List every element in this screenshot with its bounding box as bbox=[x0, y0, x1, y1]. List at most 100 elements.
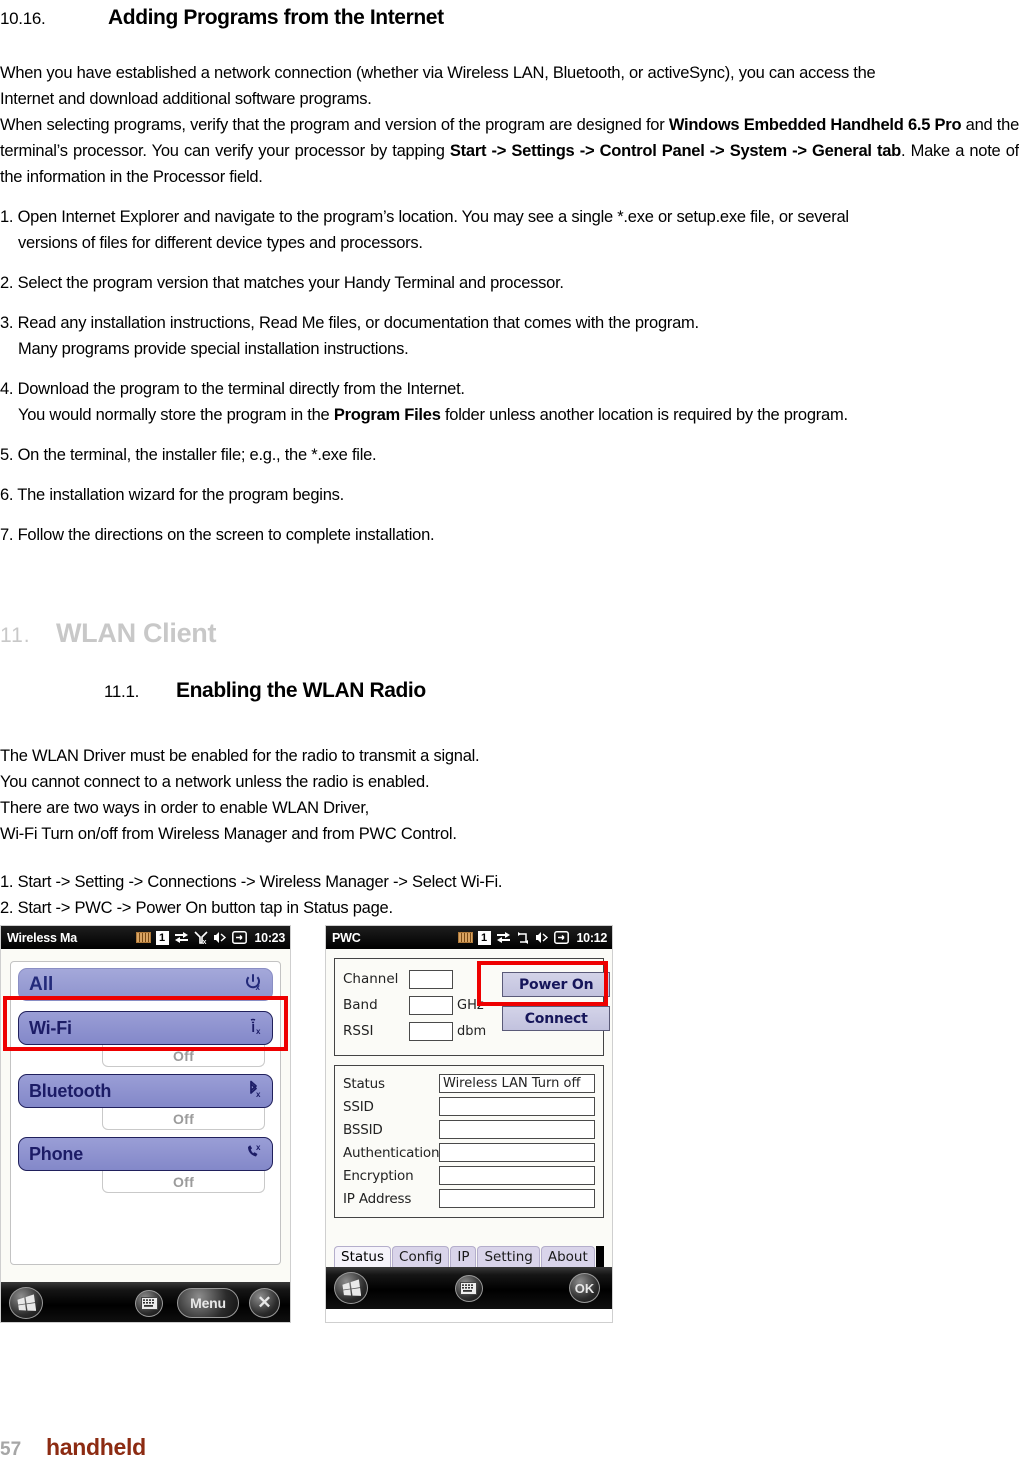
wlan-line-3: There are two ways in order to enable WL… bbox=[0, 799, 369, 817]
wlan-step-1: 1. Start -> Setting -> Connections -> Wi… bbox=[0, 873, 503, 891]
wm-app-name: Wireless Ma bbox=[7, 930, 77, 945]
wm-row-bluetooth-label: Bluetooth bbox=[29, 1080, 112, 1101]
wm-status-icons: 1 x 10:23 bbox=[135, 930, 286, 946]
tab-ip[interactable]: IP bbox=[450, 1246, 477, 1267]
step-3-text: 3. Read any installation instructions, R… bbox=[0, 314, 699, 332]
pwc-status-label: Status bbox=[343, 1075, 385, 1092]
pwc-rssi-input[interactable] bbox=[409, 1021, 453, 1041]
heading-10-16-number: 10.16. bbox=[0, 9, 46, 28]
wlan-line-1: The WLAN Driver must be enabled for the … bbox=[0, 747, 480, 765]
step-1-cont: versions of files for different device t… bbox=[18, 234, 423, 252]
screenshot-row: Wireless Ma 1 x 10:23 All x Wi-Fi x Off … bbox=[0, 925, 1019, 1325]
chapter-11-title: WLAN Client bbox=[56, 618, 217, 648]
screenshot-pwc: PWC 1 10:12 Channel Band GHz RSSI dbm Po… bbox=[325, 925, 613, 1323]
list-item: 3. Read any installation instructions, R… bbox=[0, 310, 1019, 362]
version-bold-path: Start -> Settings -> Control Panel -> Sy… bbox=[449, 142, 901, 160]
bluetooth-off-icon[interactable]: x bbox=[244, 1079, 264, 1103]
pwc-title-bar: PWC 1 10:12 bbox=[326, 926, 612, 949]
signal-off-icon: x bbox=[193, 930, 208, 946]
speaker-icon bbox=[213, 931, 227, 944]
speaker-icon bbox=[535, 931, 549, 944]
wlan-step-2: 2. Start -> PWC -> Power On button tap i… bbox=[0, 899, 393, 917]
pwc-status-value: Wireless LAN Turn off bbox=[439, 1074, 595, 1093]
start-button[interactable] bbox=[334, 1272, 368, 1304]
list-item: 4. Download the program to the terminal … bbox=[0, 376, 1019, 428]
heading-10-16-title: Adding Programs from the Internet bbox=[108, 6, 444, 29]
wm-body: All x Wi-Fi x Off Bluetooth x Off Phone … bbox=[1, 949, 290, 1282]
pwc-channel-input[interactable] bbox=[409, 969, 453, 989]
version-paragraph: When selecting programs, verify that the… bbox=[0, 112, 1019, 190]
version-bold-product: Windows Embedded Handheld 6.5 Pro bbox=[668, 116, 962, 134]
list-item: 5. On the terminal, the installer file; … bbox=[0, 442, 1019, 468]
pwc-authentication-label: Authentication bbox=[343, 1144, 440, 1161]
pwc-band-label: Band bbox=[343, 997, 378, 1013]
wlan-line-4: Wi-Fi Turn on/off from Wireless Manager … bbox=[0, 825, 457, 843]
pwc-ip-address-value bbox=[439, 1189, 595, 1208]
wm-card: All x Wi-Fi x Off Bluetooth x Off Phone … bbox=[10, 961, 281, 1265]
step-4-cont-c: folder unless another location is requir… bbox=[440, 406, 848, 424]
pwc-status-row: IP Address bbox=[343, 1187, 595, 1210]
connect-button[interactable]: Connect bbox=[502, 1006, 611, 1031]
phone-off-icon[interactable]: x bbox=[244, 1142, 264, 1166]
keyboard-button[interactable] bbox=[454, 1274, 483, 1302]
wifi-off-icon[interactable]: x bbox=[244, 1016, 264, 1040]
chapter-11-number: 11. bbox=[0, 624, 31, 647]
step-3-cont: Many programs provide special installati… bbox=[18, 340, 409, 358]
pwc-channel-label: Channel bbox=[343, 971, 399, 987]
pwc-status-icons: 1 10:12 bbox=[457, 930, 607, 945]
pwc-ssid-value bbox=[439, 1097, 595, 1116]
screenshot-wireless-manager: Wireless Ma 1 x 10:23 All x Wi-Fi x Off … bbox=[0, 925, 291, 1323]
pwc-soft-key-bar: OK bbox=[326, 1267, 612, 1309]
step-4-bold-folder: Program Files bbox=[333, 406, 441, 424]
tab-bar-filler bbox=[595, 1246, 604, 1267]
pwc-band-input[interactable] bbox=[409, 995, 453, 1015]
close-button[interactable]: ✕ bbox=[249, 1288, 280, 1318]
pwc-status-row: Encryption bbox=[343, 1164, 595, 1187]
pwc-bssid-value bbox=[439, 1120, 595, 1139]
page-number: 57 bbox=[0, 1439, 22, 1460]
step-5-text: 5. On the terminal, the installer file; … bbox=[0, 446, 377, 464]
menu-button[interactable]: Menu bbox=[177, 1288, 239, 1318]
tab-about[interactable]: About bbox=[540, 1246, 595, 1267]
data-transfer-icon bbox=[174, 931, 189, 944]
pwc-status-row: BSSID bbox=[343, 1118, 595, 1141]
list-item: 6. The installation wizard for the progr… bbox=[0, 482, 1019, 508]
power-off-icon[interactable]: x bbox=[243, 972, 263, 998]
wm-soft-key-bar: Menu ✕ bbox=[1, 1282, 290, 1322]
pwc-field-band: Band GHz bbox=[343, 992, 486, 1018]
data-transfer-icon bbox=[496, 931, 511, 944]
wm-row-phone-label: Phone bbox=[29, 1143, 84, 1164]
tab-config[interactable]: Config bbox=[392, 1246, 450, 1267]
page-footer: 57 handheld bbox=[0, 1434, 146, 1461]
wm-row-phone[interactable]: Phone x bbox=[18, 1137, 273, 1171]
tab-setting[interactable]: Setting bbox=[477, 1246, 540, 1267]
start-button[interactable] bbox=[9, 1287, 43, 1319]
wm-phone-state: Off bbox=[102, 1171, 265, 1193]
intro-paragraph: When you have established a network conn… bbox=[0, 60, 1019, 112]
heading-chapter-11: 11. WLAN Client bbox=[0, 618, 1019, 649]
svg-text:x: x bbox=[202, 939, 206, 945]
step-6-text: 6. The installation wizard for the progr… bbox=[0, 486, 344, 504]
ok-button[interactable]: OK bbox=[569, 1273, 600, 1303]
svg-text:x: x bbox=[256, 1090, 261, 1099]
wm-row-wifi[interactable]: Wi-Fi x bbox=[18, 1011, 273, 1045]
power-on-button[interactable]: Power On bbox=[502, 972, 611, 997]
keyboard-button[interactable] bbox=[135, 1289, 163, 1317]
pwc-field-channel: Channel bbox=[343, 966, 486, 992]
pwc-band-unit: GHz bbox=[457, 997, 484, 1013]
wm-clock: 10:23 bbox=[254, 930, 286, 945]
pwc-action-buttons: Power On Connect bbox=[502, 966, 611, 1031]
wm-row-wifi-label: Wi-Fi bbox=[29, 1017, 72, 1038]
tab-status[interactable]: Status bbox=[334, 1246, 392, 1267]
list-item: 2. Select the program version that match… bbox=[0, 270, 1019, 296]
pwc-status-row: Authentication bbox=[343, 1141, 595, 1164]
step-7-text: 7. Follow the directions on the screen t… bbox=[0, 526, 435, 544]
wm-row-all-label: All bbox=[29, 973, 54, 995]
wm-row-all[interactable]: All x bbox=[18, 968, 273, 1001]
wm-row-bluetooth[interactable]: Bluetooth x bbox=[18, 1074, 273, 1108]
